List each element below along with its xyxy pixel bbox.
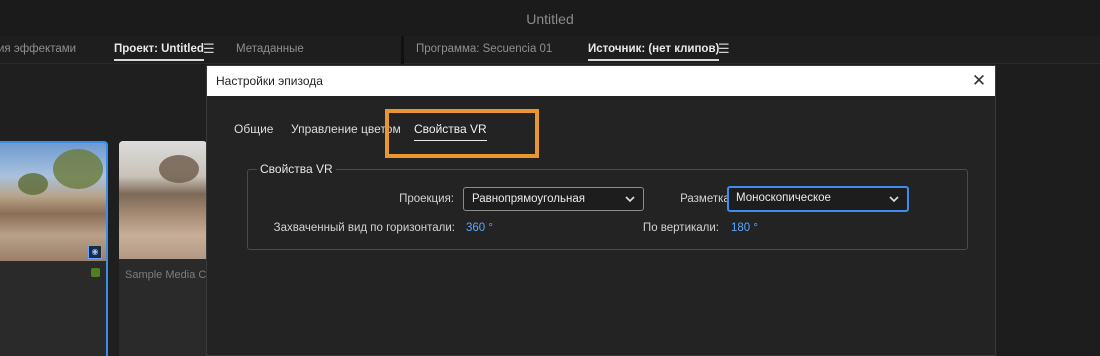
project-panel: ◉ Sample Media Cl	[0, 65, 207, 356]
tab-effects-controls[interactable]: ия эффектами	[0, 43, 76, 55]
tab-metadata[interactable]: Метаданные	[236, 43, 304, 55]
layout-label: Разметка:	[680, 193, 733, 205]
tab-general[interactable]: Общие	[234, 122, 273, 136]
sequence-settings-dialog: Настройки эпизода ✕ Общие Управление цве…	[206, 65, 996, 356]
layout-select[interactable]: Моноскопическое	[727, 186, 909, 212]
layout-value: Моноскопическое	[736, 192, 831, 204]
projection-select[interactable]: Равнопрямоугольная	[463, 187, 644, 211]
tab-program-monitor[interactable]: Программа: Secuencia 01	[416, 43, 552, 55]
clip-preview-image	[119, 141, 207, 259]
title-bar: Untitled	[0, 0, 1100, 36]
dialog-title: Настройки эпизода	[216, 74, 323, 88]
chevron-down-icon	[889, 196, 899, 203]
app-title: Untitled	[526, 11, 574, 27]
vertical-fov-value[interactable]: 180 °	[731, 222, 758, 234]
label-color-swatch	[91, 268, 100, 277]
panel-tab-bar: ия эффектами Проект: Untitled ☰ Метаданн…	[0, 36, 1100, 64]
panel-divider[interactable]	[401, 36, 404, 64]
clip-thumbnail[interactable]: Sample Media Cl	[119, 141, 207, 356]
chevron-down-icon	[625, 196, 635, 203]
vertical-fov-label: По вертикали:	[642, 222, 719, 234]
clip-preview-image	[0, 143, 106, 261]
source-monitor-area	[996, 65, 1100, 356]
group-title: Свойства VR	[257, 162, 336, 176]
horizontal-fov-value[interactable]: 360 °	[466, 222, 493, 234]
hamburger-menu-icon[interactable]: ☰	[203, 42, 215, 56]
projection-value: Равнопрямоугольная	[472, 193, 585, 205]
tab-source-monitor[interactable]: Источник: (нет клипов)	[588, 43, 720, 61]
clip-thumbnail[interactable]: ◉	[0, 141, 108, 356]
vr-badge-icon: ◉	[88, 245, 102, 259]
highlight-annotation	[385, 109, 539, 158]
projection-label: Проекция:	[399, 193, 454, 205]
dialog-header[interactable]: Настройки эпизода ✕	[207, 66, 995, 96]
clip-name: Sample Media Cl	[125, 269, 207, 281]
hamburger-menu-icon[interactable]: ☰	[718, 42, 730, 56]
horizontal-fov-label: Захваченный вид по горизонтали:	[273, 222, 455, 234]
tab-project[interactable]: Проект: Untitled	[114, 43, 204, 61]
close-icon[interactable]: ✕	[969, 71, 989, 91]
